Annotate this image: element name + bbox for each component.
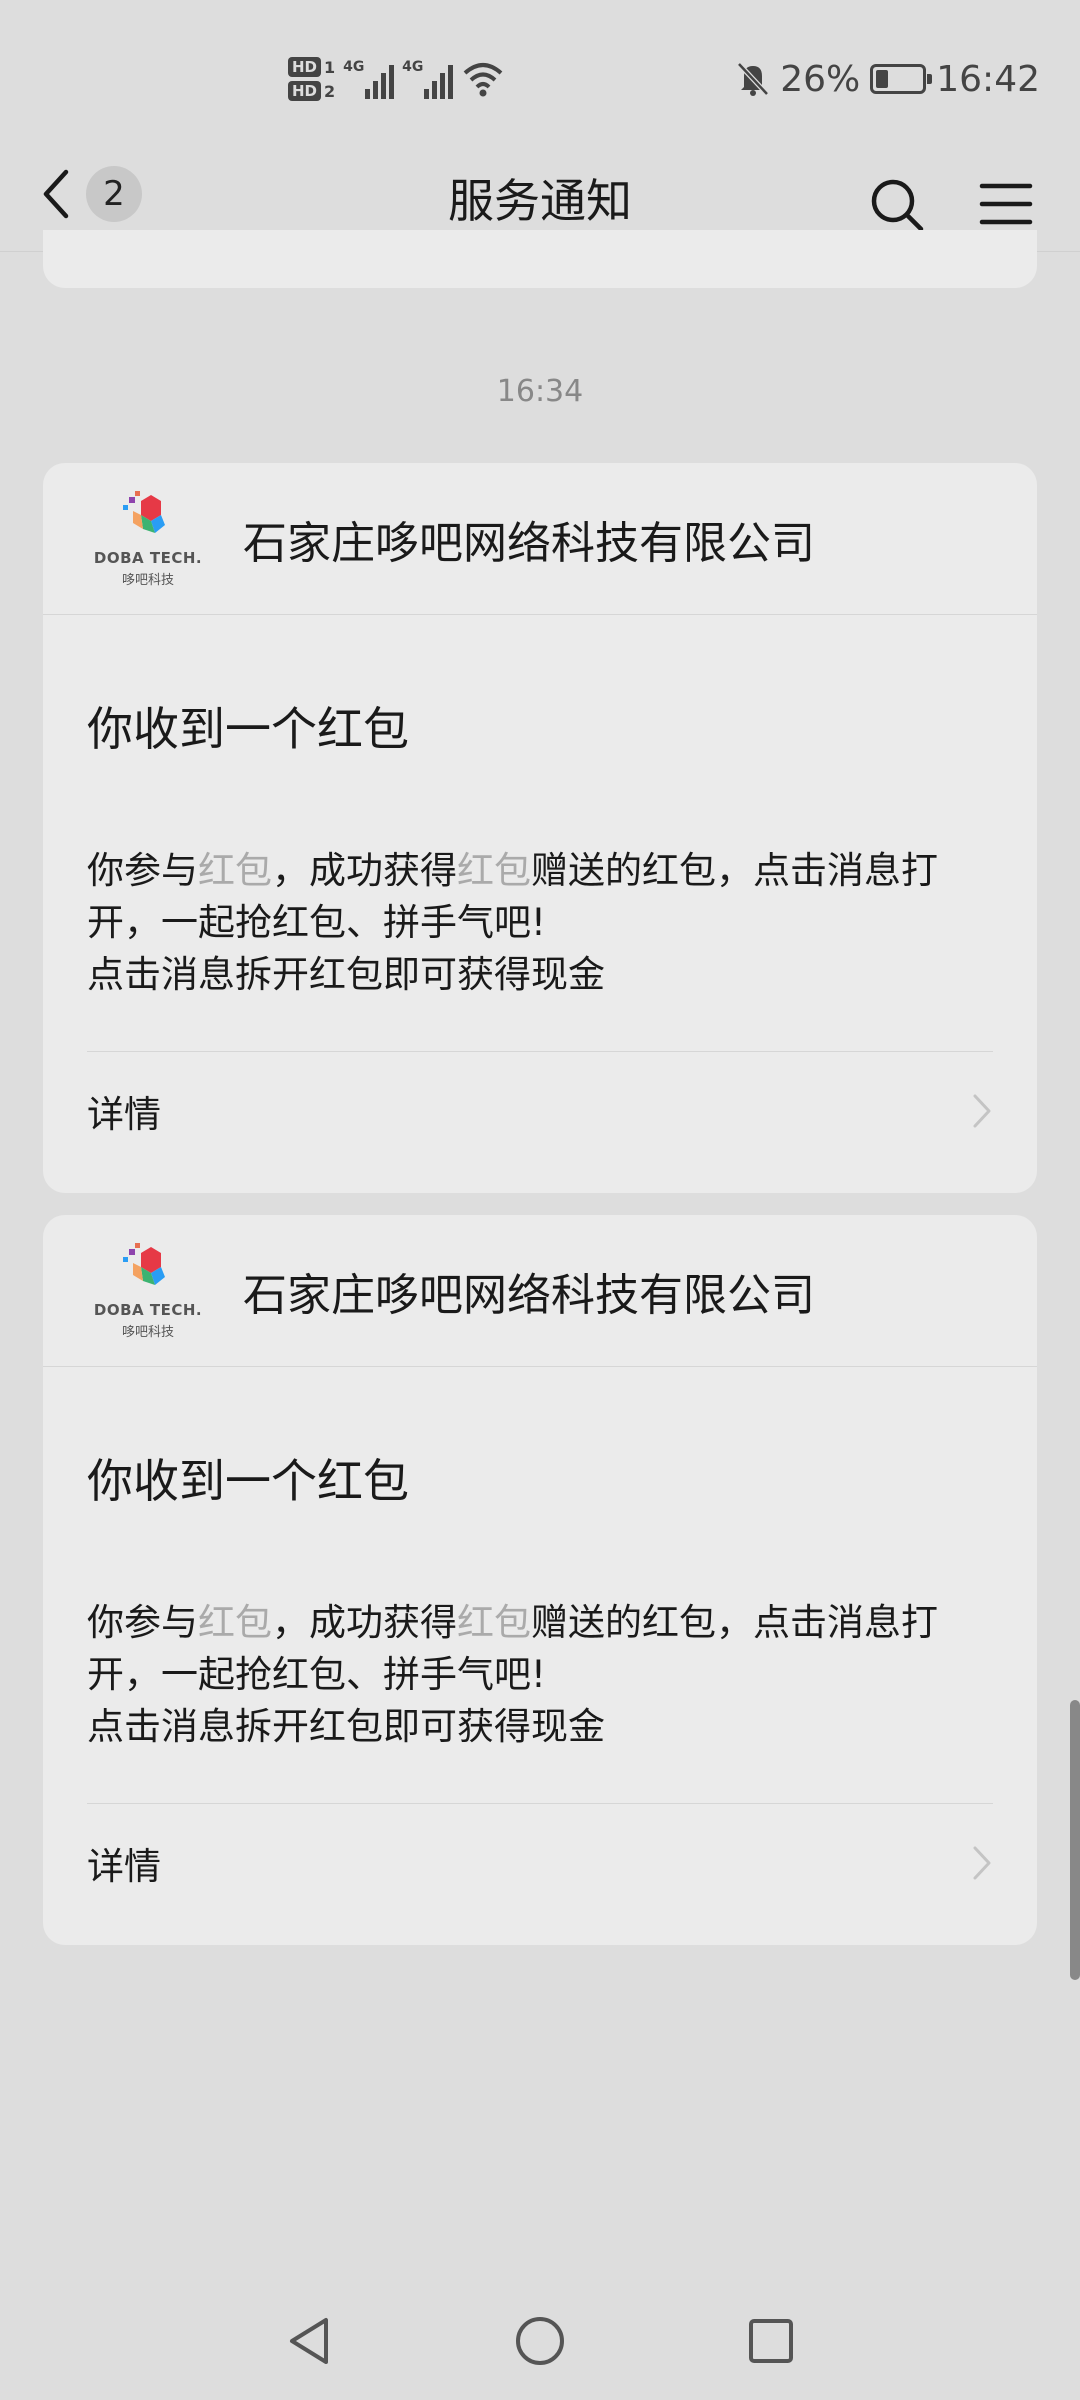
body-text-line2: 点击消息拆开红包即可获得现金 [87,953,605,996]
battery-icon [870,64,933,94]
body-text: ，成功获得 [272,849,457,892]
card-header: DOBA TECH. 哆吧科技 石家庄哆吧网络科技有限公司 [43,463,1037,615]
message-title: 你收到一个红包 [87,1454,409,1508]
details-label: 详情 [87,1845,161,1888]
message-body: 你参与红包，成功获得红包赠送的红包，点击消息打开，一起抢红包、拼手气吧! 点击消… [43,759,1037,1001]
logo-brand-text: DOBA TECH. [93,1300,203,1319]
system-nav-bar [0,2280,1080,2400]
message-title: 你收到一个红包 [87,702,409,756]
previous-message-card[interactable] [43,230,1037,288]
network-indicators: HD 1 HD 2 4G 4G [288,48,505,110]
sim2-indicator: HD 2 [288,81,335,101]
status-right: 26% 16:42 [736,52,1040,106]
details-link[interactable]: 详情 [43,1804,1037,1922]
clock: 16:42 [936,58,1040,100]
unread-count-badge: 2 [86,166,142,222]
sim2-number: 2 [324,81,336,101]
signal-icon: 4G [402,59,454,99]
network-type-1: 4G [343,59,365,75]
chevron-right-icon [973,1094,991,1128]
message-card[interactable]: DOBA TECH. 哆吧科技 石家庄哆吧网络科技有限公司 你收到一个红包 你参… [43,463,1037,1193]
company-name: 石家庄哆吧网络科技有限公司 [243,1269,815,1321]
body-muted-text: 红包 [198,849,272,892]
card-header: DOBA TECH. 哆吧科技 石家庄哆吧网络科技有限公司 [43,1215,1037,1367]
details-label: 详情 [87,1093,161,1136]
sim1-indicator: HD 1 [288,57,335,77]
search-icon[interactable] [868,176,926,234]
sim2-hd-badge: HD [288,81,322,101]
back-triangle-icon[interactable] [282,2314,336,2368]
recents-square-icon[interactable] [744,2314,798,2368]
body-muted-text: 红包 [198,1601,272,1644]
message-card[interactable]: DOBA TECH. 哆吧科技 石家庄哆吧网络科技有限公司 你收到一个红包 你参… [43,1215,1037,1945]
body-muted-text: 红包 [457,849,531,892]
chevron-right-icon [973,1846,991,1880]
doba-logo-icon [123,1242,165,1285]
doba-logo-icon [123,490,165,533]
signal-icon: 4G [343,59,395,99]
company-logo: DOBA TECH. 哆吧科技 [93,489,203,589]
body-muted-text: 红包 [457,1601,531,1644]
network-type-2: 4G [402,59,424,75]
company-name: 石家庄哆吧网络科技有限公司 [243,517,815,569]
menu-icon[interactable] [978,180,1034,228]
body-text: 你参与 [87,1601,198,1644]
mute-bell-icon [737,62,770,96]
battery-percent: 26% [780,58,861,100]
home-circle-icon[interactable] [513,2314,567,2368]
logo-brand-text: DOBA TECH. [93,548,203,567]
details-link[interactable]: 详情 [43,1052,1037,1170]
wifi-icon [463,63,503,97]
sim1-number: 1 [324,57,336,77]
body-text: 你参与 [87,849,198,892]
message-timestamp: 16:34 [496,374,584,409]
battery-fill [876,70,888,88]
logo-brand-cn: 哆吧科技 [121,1324,174,1340]
scrollbar[interactable] [1070,1700,1080,1980]
status-bar: HD 1 HD 2 4G 4G 26% 16:42 [0,0,1080,150]
body-text-line2: 点击消息拆开红包即可获得现金 [87,1705,605,1748]
company-logo: DOBA TECH. 哆吧科技 [93,1241,203,1341]
back-chevron-icon [43,169,69,219]
back-button[interactable]: 2 [38,164,142,224]
sim1-hd-badge: HD [288,57,322,77]
message-body: 你参与红包，成功获得红包赠送的红包，点击消息打开，一起抢红包、拼手气吧! 点击消… [43,1511,1037,1753]
body-text: ，成功获得 [272,1601,457,1644]
logo-brand-cn: 哆吧科技 [121,572,174,588]
